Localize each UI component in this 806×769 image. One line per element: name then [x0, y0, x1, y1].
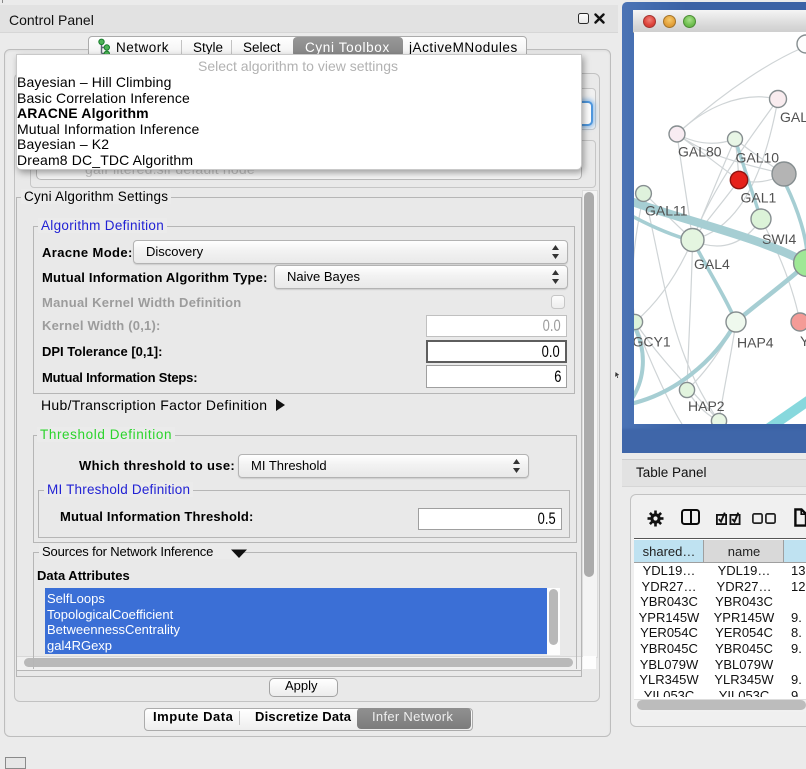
svg-text:HAP2: HAP2: [688, 398, 725, 414]
svg-text:HAP4: HAP4: [737, 335, 774, 351]
svg-text:GAL1: GAL1: [741, 190, 777, 206]
svg-text:GAL80: GAL80: [678, 144, 722, 160]
svg-text:GCY1: GCY1: [634, 334, 671, 350]
svg-text:GAL4: GAL4: [694, 256, 730, 272]
svg-text:GAL: GAL: [780, 109, 806, 125]
svg-text:GAL11: GAL11: [645, 203, 688, 219]
svg-text:Y: Y: [800, 333, 806, 349]
svg-text:GAL10: GAL10: [736, 150, 780, 166]
svg-text:SWI4: SWI4: [762, 231, 796, 247]
